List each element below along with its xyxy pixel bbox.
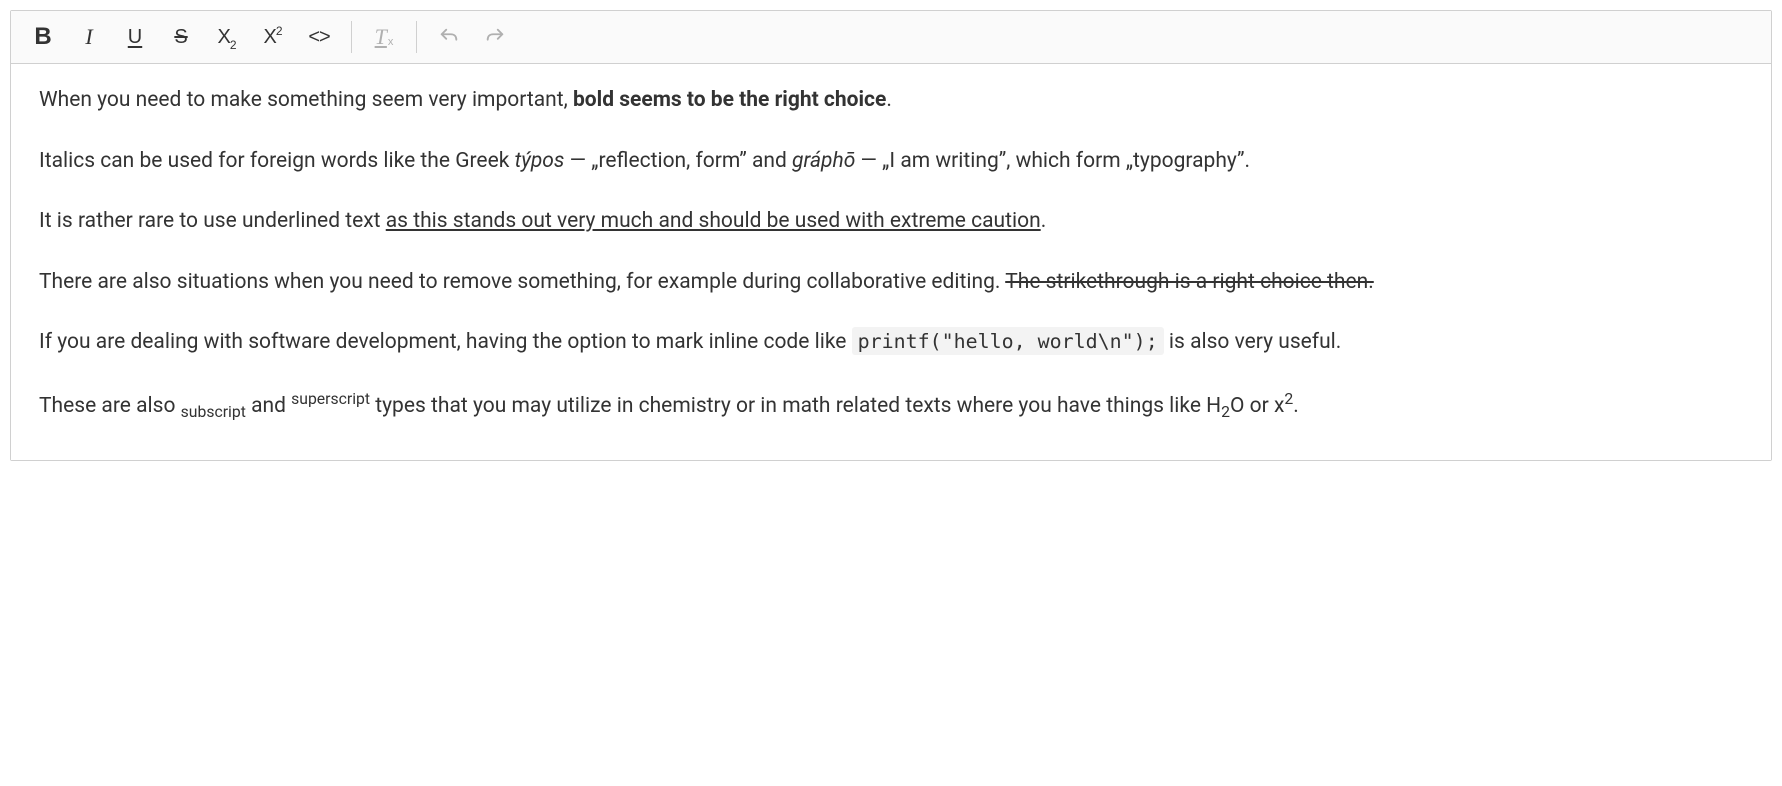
strikethrough-text: The strikethrough is a right choice then…: [1005, 270, 1374, 294]
paragraph: There are also situations when you need …: [39, 266, 1743, 299]
superscript-button[interactable]: X2: [251, 17, 295, 57]
paragraph: Italics can be used for foreign words li…: [39, 145, 1743, 178]
code-icon: <>: [308, 26, 329, 49]
paragraph: These are also subscript and superscript…: [39, 387, 1743, 425]
subscript-text: subscript: [181, 402, 246, 421]
superscript-icon: X: [263, 26, 276, 49]
rich-text-editor: B I U S X2 X2 <> Tx: [10, 10, 1772, 461]
italic-text: týpos: [515, 149, 565, 173]
underlined-text: as this stands out very much and should …: [386, 209, 1041, 233]
clear-formatting-icon: Tx: [375, 24, 394, 50]
toolbar-separator: [351, 21, 352, 53]
strikethrough-button[interactable]: S: [159, 17, 203, 57]
undo-icon: [438, 26, 460, 48]
superscript-text: superscript: [291, 389, 370, 408]
paragraph: If you are dealing with software develop…: [39, 326, 1743, 359]
italic-icon: I: [85, 24, 92, 50]
toolbar: B I U S X2 X2 <> Tx: [11, 11, 1771, 64]
superscript-text: 2: [1284, 389, 1293, 408]
clear-formatting-button[interactable]: Tx: [362, 17, 406, 57]
bold-button[interactable]: B: [21, 17, 65, 57]
bold-text: bold seems to be the right choice: [573, 88, 886, 112]
redo-icon: [484, 26, 506, 48]
inline-code: printf("hello, world\n");: [852, 327, 1164, 355]
bold-icon: B: [34, 23, 51, 51]
redo-button[interactable]: [473, 17, 517, 57]
paragraph: It is rather rare to use underlined text…: [39, 205, 1743, 238]
subscript-icon: X: [217, 26, 230, 49]
undo-button[interactable]: [427, 17, 471, 57]
subscript-button[interactable]: X2: [205, 17, 249, 57]
italic-button[interactable]: I: [67, 17, 111, 57]
code-button[interactable]: <>: [297, 17, 341, 57]
italic-text: gráphō: [792, 149, 855, 173]
subscript-text: 2: [1221, 402, 1230, 421]
strikethrough-icon: S: [174, 26, 187, 49]
toolbar-separator: [416, 21, 417, 53]
underline-button[interactable]: U: [113, 17, 157, 57]
paragraph: When you need to make something seem ver…: [39, 84, 1743, 117]
editor-content[interactable]: When you need to make something seem ver…: [11, 64, 1771, 460]
underline-icon: U: [128, 26, 142, 49]
